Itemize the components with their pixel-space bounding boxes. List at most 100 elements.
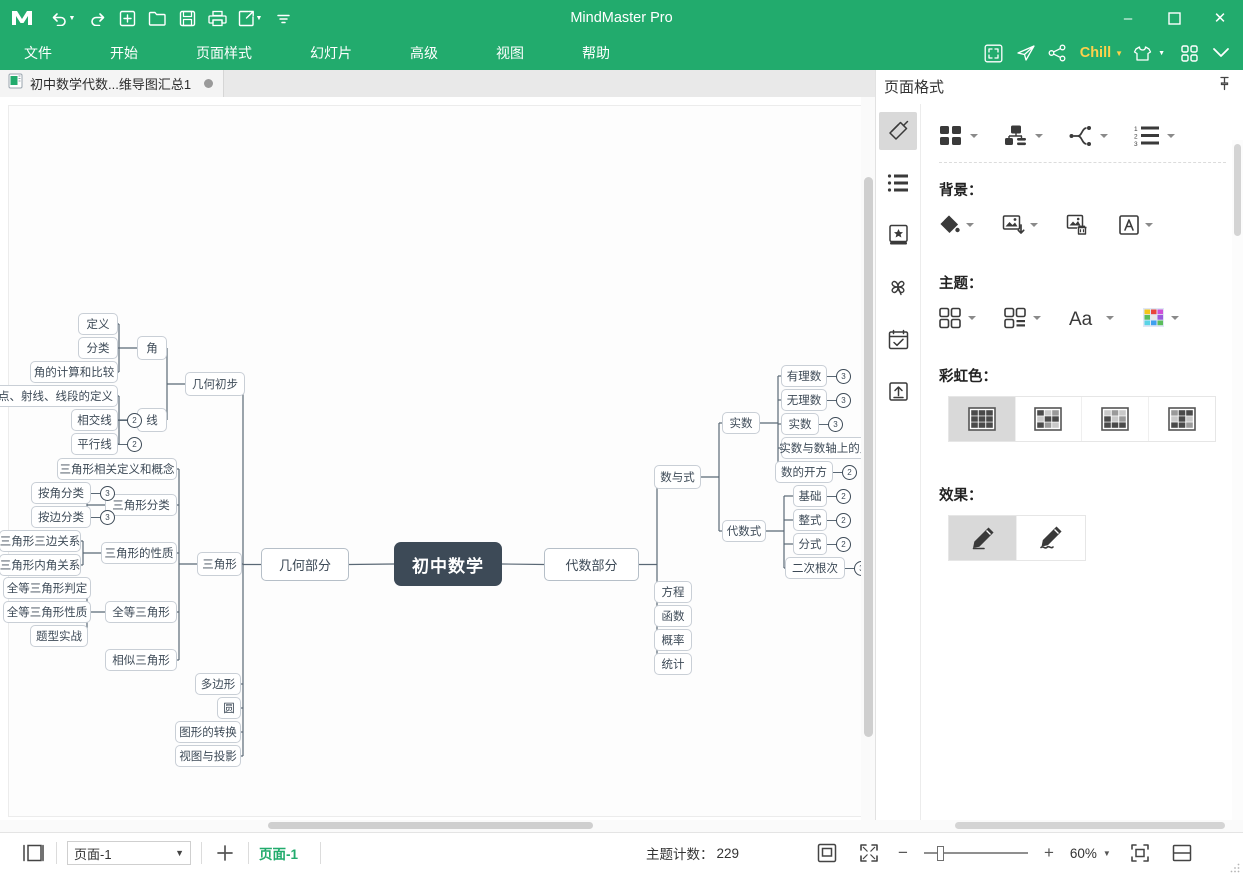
- mindmap-node[interactable]: 数与式: [654, 465, 701, 489]
- panel-vertical-scrollbar-thumb[interactable]: [1234, 144, 1241, 236]
- layout-structure-caret-icon[interactable]: [970, 134, 978, 138]
- mindmap-node-badge[interactable]: 2: [836, 489, 851, 504]
- mindmap-node[interactable]: 代数式: [722, 520, 766, 542]
- redo-icon[interactable]: [82, 3, 112, 33]
- layout-hierarchy-caret-icon[interactable]: [1035, 134, 1043, 138]
- menu-view[interactable]: 视图: [486, 39, 534, 67]
- resize-grip[interactable]: [1230, 860, 1240, 870]
- mindmap-node[interactable]: 全等三角形: [105, 601, 177, 623]
- menu-advanced[interactable]: 高级: [400, 39, 448, 67]
- mindmap-node-badge[interactable]: 2: [836, 537, 851, 552]
- branch-style-button[interactable]: [1069, 124, 1108, 148]
- mindmap-node[interactable]: 几何初步: [185, 372, 245, 396]
- zoom-caret-icon[interactable]: ▼: [1103, 849, 1111, 858]
- task-tab[interactable]: [879, 320, 917, 358]
- watermark-caret-icon[interactable]: [1145, 223, 1153, 227]
- maximize-button[interactable]: [1151, 0, 1197, 36]
- background-image-insert-caret-icon[interactable]: [1030, 223, 1038, 227]
- mindmap-node[interactable]: 方程: [654, 581, 692, 603]
- mindmap-node[interactable]: 实数: [781, 413, 819, 435]
- canvas-vertical-scrollbar-track[interactable]: [861, 97, 875, 832]
- mindmap-node[interactable]: 圆: [217, 697, 241, 719]
- zoom-out-button[interactable]: −: [898, 843, 908, 863]
- document-tab[interactable]: 初中数学代数...维导图汇总1: [0, 70, 224, 97]
- save-icon[interactable]: [172, 3, 202, 33]
- mindmap-node[interactable]: 实数: [722, 412, 760, 434]
- mindmap-node[interactable]: 三角形三边关系: [0, 530, 81, 552]
- mindmap-node[interactable]: 三角形分类: [105, 494, 177, 516]
- theme-layout-caret-icon[interactable]: [1033, 316, 1041, 320]
- new-icon[interactable]: [112, 3, 142, 33]
- clipart-tab[interactable]: [879, 216, 917, 254]
- panel-vertical-scrollbar-track[interactable]: [1232, 140, 1243, 866]
- mindmap-node-badge[interactable]: 2: [842, 465, 857, 480]
- send-icon[interactable]: [1012, 39, 1040, 67]
- mindmap-node[interactable]: 点、射线、线段的定义: [0, 385, 118, 407]
- undo-caret-icon[interactable]: ▼: [69, 15, 76, 22]
- mindmap-node[interactable]: 平行线: [71, 433, 118, 455]
- menu-page-style[interactable]: 页面样式: [186, 39, 262, 67]
- fullscreen-icon[interactable]: [980, 39, 1008, 67]
- layout-hierarchy-button[interactable]: [1004, 124, 1043, 148]
- shirt-caret-icon[interactable]: ▼: [1158, 50, 1165, 57]
- theme-gallery-button[interactable]: [939, 307, 976, 329]
- mindmap-node[interactable]: 多边形: [195, 673, 241, 695]
- mindmap-node[interactable]: 整式: [793, 509, 827, 531]
- menu-home[interactable]: 开始: [100, 39, 148, 67]
- effect-straight-pen[interactable]: [949, 516, 1017, 560]
- mindmap-node-badge[interactable]: 3: [836, 369, 851, 384]
- mindmap-node[interactable]: 角的计算和比较: [30, 361, 118, 383]
- minimize-button[interactable]: –: [1105, 0, 1151, 36]
- clover-tab[interactable]: [879, 268, 917, 306]
- zoom-slider-handle[interactable]: [937, 846, 944, 861]
- mindmap-canvas[interactable]: 初中数学几何部分代数部分几何初步角线定义分类角的计算和比较点、射线、线段的定义相…: [8, 105, 864, 817]
- mindmap-node-badge[interactable]: 3: [836, 393, 851, 408]
- rainbow-option-4[interactable]: [1149, 397, 1216, 441]
- mindmap-node[interactable]: 题型实战: [30, 625, 88, 647]
- split-view-icon[interactable]: [1169, 840, 1195, 866]
- account-menu[interactable]: Chill ▼: [1076, 45, 1127, 61]
- upload-tab[interactable]: [879, 372, 917, 410]
- page-tab-1[interactable]: 页面-1: [259, 843, 298, 863]
- effect-sketch-pen[interactable]: [1017, 516, 1085, 560]
- grid-apps-icon[interactable]: [1175, 39, 1203, 67]
- mindmap-node[interactable]: 图形的转换: [175, 721, 241, 743]
- outline-tab[interactable]: [879, 164, 917, 202]
- theme-gallery-caret-icon[interactable]: [968, 316, 976, 320]
- mindmap-node[interactable]: 分式: [793, 533, 827, 555]
- mindmap-node[interactable]: 按角分类: [31, 482, 91, 504]
- mindmap-node[interactable]: 角: [137, 336, 167, 360]
- theme-font-caret-icon[interactable]: [1106, 316, 1114, 320]
- background-image-insert-button[interactable]: [1002, 214, 1038, 236]
- background-image-delete-button[interactable]: [1066, 214, 1090, 236]
- mindmap-node[interactable]: 无理数: [781, 389, 827, 411]
- fullscreen-expand-icon[interactable]: [856, 840, 882, 866]
- mindmap-node[interactable]: 数的开方: [775, 461, 833, 483]
- add-page-button[interactable]: [212, 840, 238, 866]
- mindmap-node[interactable]: 相交线: [71, 409, 118, 431]
- watermark-button[interactable]: [1118, 214, 1153, 236]
- menu-slideshow[interactable]: 幻灯片: [300, 39, 362, 67]
- canvas-vertical-scrollbar-thumb[interactable]: [864, 177, 873, 737]
- mindmap-node[interactable]: 视图与投影: [175, 745, 241, 767]
- mindmap-node[interactable]: 相似三角形: [105, 649, 177, 671]
- more-icon[interactable]: [268, 3, 298, 33]
- mindmap-node[interactable]: 定义: [78, 313, 118, 335]
- canvas-horizontal-scrollbar-track[interactable]: [0, 820, 861, 832]
- mindmap-node[interactable]: 全等三角形判定: [3, 577, 91, 599]
- theme-color-caret-icon[interactable]: [1171, 316, 1179, 320]
- mindmap-node-badge[interactable]: 3: [828, 417, 843, 432]
- mindmap-node[interactable]: 全等三角形性质: [3, 601, 91, 623]
- mindmap-node[interactable]: 二次根次: [785, 557, 845, 579]
- background-fill-color-button[interactable]: [939, 214, 974, 236]
- shirt-icon[interactable]: [1131, 39, 1153, 67]
- mindmap-root-node[interactable]: 初中数学: [394, 542, 502, 586]
- canvas-horizontal-scrollbar-thumb[interactable]: [268, 822, 593, 829]
- zoom-in-button[interactable]: +: [1044, 843, 1054, 863]
- mindmap-node[interactable]: 分类: [78, 337, 118, 359]
- layout-structure-button[interactable]: [939, 124, 978, 148]
- undo-icon[interactable]: ▼: [44, 3, 82, 33]
- theme-layout-button[interactable]: [1004, 307, 1041, 329]
- mindmap-node-badge[interactable]: 3: [100, 486, 115, 501]
- mindmap-node[interactable]: 代数部分: [544, 548, 639, 581]
